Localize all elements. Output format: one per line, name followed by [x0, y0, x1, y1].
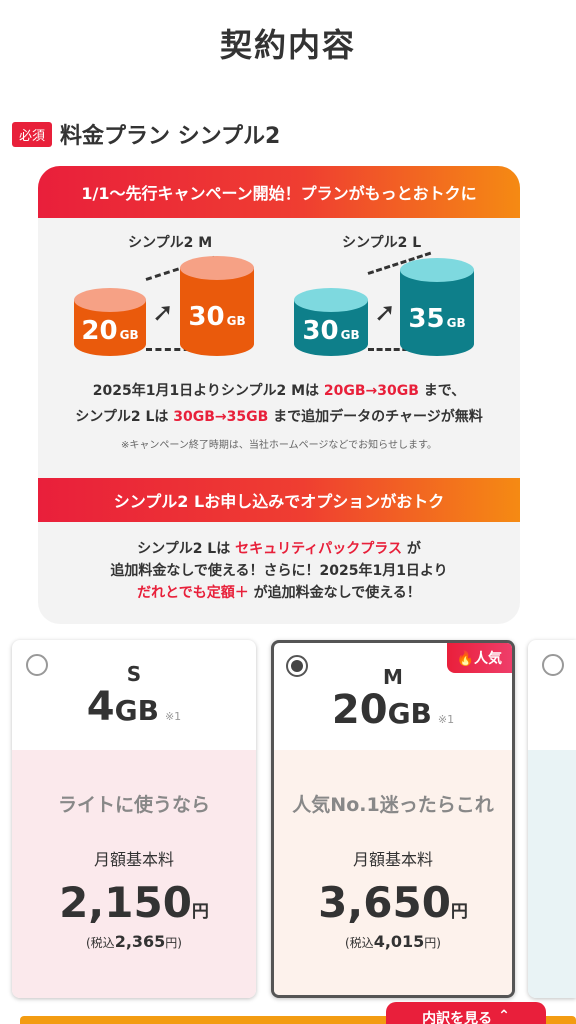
- details-button-label: 内訳を見る: [422, 1011, 493, 1024]
- required-badge: 必須: [12, 121, 53, 147]
- data-cylinder-l-before: 30 GB: [294, 288, 368, 356]
- plan-l-label: シンプル2 L: [342, 235, 422, 251]
- campaign-line-1: 2025年1月1日よりシンプル2 Mは 20GB→30GB まで、: [92, 383, 466, 399]
- fee-label: 月額基本料: [93, 850, 174, 869]
- plan-size: S: [126, 662, 142, 686]
- plan-tagline: 人気No.1迷ったらこれ: [292, 794, 494, 816]
- plan-card-lower: ライトに使うなら 月額基本料 2,150円 (税込2,365円): [12, 750, 256, 998]
- plan-cards: S 4GB ※1 ライトに使うなら 月額基本料 2,150円 (税込2,365円)…: [10, 640, 576, 1000]
- plan-card-m[interactable]: 🔥人気 M 20GB ※1 人気No.1迷ったらこれ 月額基本料 3,650円 (…: [271, 640, 515, 998]
- campaign-line-2: シンプル2 Lは 30GB→35GB まで追加データのチャージが無料: [75, 409, 483, 425]
- campaign-illustration: シンプル2 M シンプル2 L 20 GB ➚ 30 GB 30 GB ➚ 35 GB: [38, 228, 520, 368]
- arrow-up-icon: ➚: [152, 298, 174, 328]
- campaign-panel: 1/1〜先行キャンペーン開始！プランがもっとおトクに シンプル2 M シンプル2…: [38, 166, 520, 624]
- chevron-up-icon: ⌃: [498, 1008, 510, 1024]
- plan-tax-price: (税込4,015円): [345, 932, 441, 951]
- plan-price: 3,650円: [318, 878, 468, 927]
- section-title: 料金プラン シンプル2: [60, 124, 281, 149]
- plan-tagline: ライトに使うなら: [57, 794, 210, 816]
- plan-price: 2,150円: [59, 878, 209, 927]
- plan-radio-l[interactable]: [542, 654, 564, 676]
- data-cylinder-m-before: 20 GB: [74, 288, 146, 356]
- plan-tax-price: (税込2,365円): [86, 932, 182, 951]
- campaign-note: ※キャンペーン終了時期は、当社ホームページなどでお知らせします。: [121, 440, 437, 451]
- plan-section-header: 必須 料金プラン シンプル2: [12, 118, 280, 150]
- page-title: 契約内容: [219, 26, 356, 64]
- plan-data-amount: 20GB ※1: [331, 687, 455, 733]
- plan-card-l[interactable]: [528, 640, 576, 998]
- plan-card-lower: [528, 750, 576, 998]
- plan-card-lower: 人気No.1迷ったらこれ 月額基本料 3,650円 (税込4,015円): [274, 750, 512, 995]
- plan-data-amount: 4GB ※1: [86, 684, 182, 730]
- option-banner: シンプル2 Lお申し込みでオプションがおトク: [38, 478, 520, 522]
- details-button[interactable]: 内訳を見る ⌃: [386, 1002, 546, 1024]
- option-line-3: だれとでも定額＋ が追加料金なしで使える！: [137, 585, 421, 601]
- campaign-banner: 1/1〜先行キャンペーン開始！プランがもっとおトクに: [38, 166, 520, 218]
- arrow-up-icon: ➚: [374, 298, 396, 328]
- plan-card-s[interactable]: S 4GB ※1 ライトに使うなら 月額基本料 2,150円 (税込2,365円): [12, 640, 256, 998]
- fee-label: 月額基本料: [352, 850, 433, 869]
- data-cylinder-l-after: 35 GB: [400, 258, 474, 356]
- data-cylinder-m-after: 30 GB: [180, 256, 254, 356]
- plan-size: M: [383, 665, 403, 689]
- option-line-2: 追加料金なしで使える！さらに！2025年1月1日より: [110, 563, 448, 579]
- plan-m-label: シンプル2 M: [128, 235, 213, 251]
- option-line-1: シンプル2 Lは セキュリティパックプラス が: [137, 541, 421, 557]
